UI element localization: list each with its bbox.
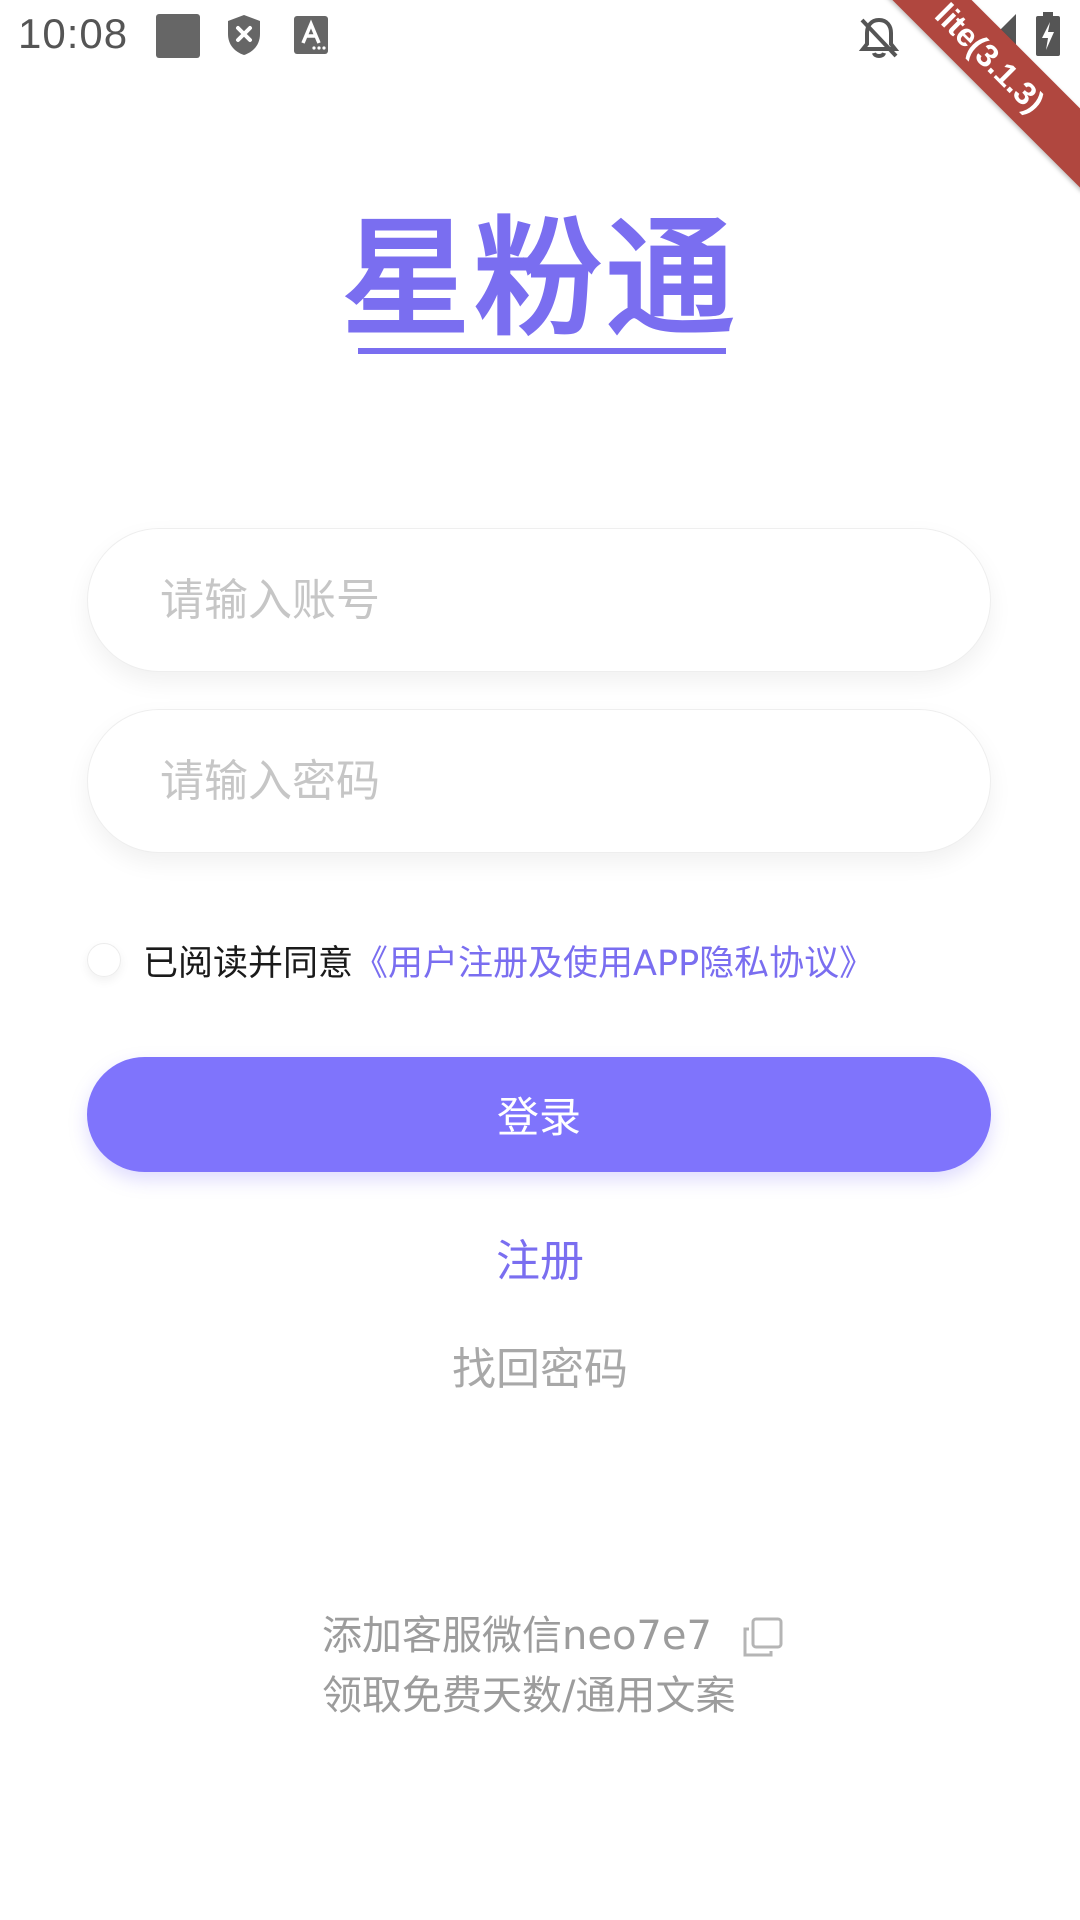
wechat-contact-text: 添加客服微信neo7e7 (322, 1613, 712, 1659)
account-field[interactable] (87, 528, 991, 672)
battery-charging-icon (1036, 12, 1060, 56)
login-button[interactable]: 登录 (87, 1057, 991, 1172)
contact-line-2: 领取免费天数/通用文案 (322, 1673, 736, 1719)
copy-icon[interactable] (741, 1617, 783, 1659)
status-bar: 10:08 lite(3.1.3) (0, 0, 1080, 191)
privacy-agreement-link[interactable]: 《用户注册及使用APP隐私协议》 (353, 935, 874, 986)
agreement-row: 已阅读并同意 《用户注册及使用APP隐私协议》 (87, 935, 874, 985)
contact-info: 添加客服微信neo7e7 领取免费天数/通用文案 (322, 1606, 783, 1726)
password-field[interactable] (87, 709, 991, 853)
bell-off-icon (858, 17, 900, 58)
logo-underline (358, 348, 726, 354)
account-input[interactable] (158, 573, 990, 627)
login-button-label: 登录 (496, 1093, 581, 1142)
shield-x-icon (228, 15, 260, 55)
password-input[interactable] (158, 754, 990, 808)
status-time: 10:08 (18, 10, 129, 57)
contact-line-1: 添加客服微信neo7e7 (322, 1606, 783, 1666)
agree-text: 已阅读并同意 (143, 943, 354, 984)
text-a-icon (294, 16, 328, 54)
gallery-placeholder-icon (156, 14, 200, 58)
forgot-password-link[interactable]: 找回密码 (0, 1333, 1080, 1397)
app-logo: 星粉通 (341, 204, 738, 354)
register-link[interactable]: 注册 (0, 1225, 1080, 1289)
agree-checkbox[interactable] (87, 943, 121, 977)
